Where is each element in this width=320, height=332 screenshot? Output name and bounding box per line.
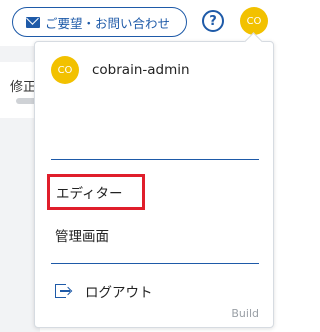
contact-button-label: ご要望・お問い合わせ — [45, 15, 171, 31]
avatar: CO — [51, 56, 79, 84]
contact-button[interactable]: ご要望・お問い合わせ — [12, 7, 187, 37]
mail-icon — [26, 16, 40, 28]
menu-item-editor[interactable]: エディター — [47, 174, 145, 210]
menu-item-admin-label: 管理画面 — [55, 229, 109, 245]
page: 修正 ご要望・お問い合わせ ? CO CO cobrain-admin エディタ… — [0, 0, 278, 332]
logout-label: ログアウト — [85, 285, 153, 301]
logout-icon — [55, 283, 73, 299]
username: cobrain-admin — [92, 62, 190, 78]
menu-item-admin[interactable]: 管理画面 — [47, 217, 147, 253]
user-menu-dropdown: CO cobrain-admin エディター 管理画面 ログアウト Build — [34, 41, 274, 328]
user-avatar-button[interactable]: CO — [240, 7, 268, 35]
divider — [51, 159, 259, 160]
divider — [51, 263, 259, 264]
build-label: Build — [231, 307, 259, 320]
logout-button[interactable]: ログアウト — [47, 273, 187, 309]
user-info: CO cobrain-admin — [51, 56, 190, 84]
header: ご要望・お問い合わせ ? CO — [0, 0, 278, 46]
menu-item-editor-label: エディター — [56, 186, 123, 202]
help-icon[interactable]: ? — [202, 10, 224, 32]
